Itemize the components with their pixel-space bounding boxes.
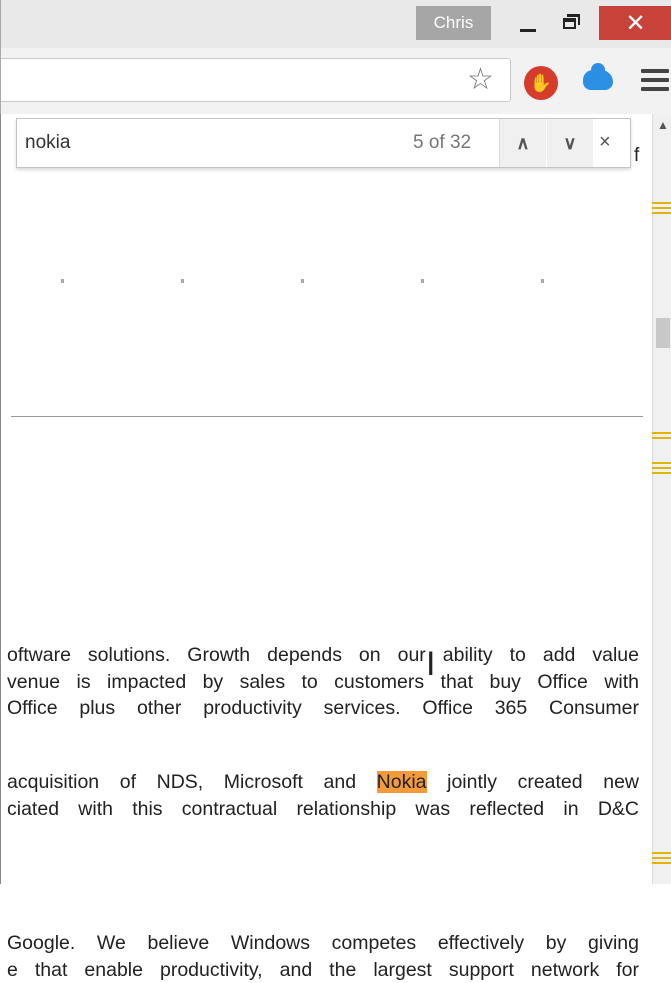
find-next-button[interactable]: ∨: [547, 119, 593, 167]
scroll-up-arrow-icon[interactable]: ▲: [657, 118, 669, 132]
search-result-marker: [652, 472, 671, 474]
find-match-count: 5 of 32: [413, 132, 471, 154]
cloud-extension-icon[interactable]: [583, 70, 613, 90]
text-cursor-icon: I: [426, 644, 440, 684]
text-line: venue is impacted by sales to customers …: [7, 669, 639, 696]
menu-hamburger-icon[interactable]: [641, 69, 669, 96]
address-bar[interactable]: ☆: [1, 58, 511, 102]
search-result-marker: [652, 207, 671, 209]
paragraph-windows: Google. We believe Windows competes effe…: [7, 930, 639, 983]
text-fragment-top: [1, 279, 641, 283]
minimize-icon: [520, 29, 536, 32]
close-icon: ✕: [625, 9, 645, 38]
stop-hand-extension-icon[interactable]: ✋: [524, 66, 558, 100]
scroll-thumb[interactable]: [656, 318, 670, 348]
find-bar: nokia 5 of 32 ∧ ∨ ×: [16, 118, 631, 168]
search-result-marker: [652, 467, 671, 469]
find-close-button[interactable]: ×: [599, 131, 611, 154]
find-previous-button[interactable]: ∧: [500, 119, 546, 167]
paragraph-nokia: acquisition of NDS, Microsoft and Nokia …: [7, 769, 639, 822]
horizontal-divider: [11, 416, 643, 417]
search-result-marker: [652, 852, 671, 854]
text-line: ciated with this contractual relationshi…: [7, 796, 639, 823]
search-result-marker: [652, 462, 671, 464]
search-result-marker: [652, 857, 671, 859]
search-result-marker: [652, 202, 671, 204]
bookmark-star-icon[interactable]: ☆: [467, 65, 494, 95]
vertical-scrollbar[interactable]: ▲: [652, 114, 671, 884]
text-line: e that enable productivity, and the larg…: [7, 957, 639, 983]
text-line: Google. We believe Windows competes effe…: [7, 930, 639, 957]
text-line: Office plus other productivity services.…: [7, 695, 639, 722]
search-result-marker: [652, 437, 671, 439]
search-result-marker: [652, 862, 671, 864]
chevron-up-icon: ∧: [516, 133, 529, 153]
partial-text: f: [634, 145, 639, 167]
search-match-highlight: Nokia: [377, 771, 427, 793]
restore-icon: [563, 18, 576, 29]
profile-user-button[interactable]: Chris: [416, 6, 491, 40]
text-line: oftware solutions. Growth depends on our…: [7, 642, 639, 669]
text-segment: jointly created new: [427, 771, 639, 793]
text-line: acquisition of NDS, Microsoft and Nokia …: [7, 769, 639, 796]
text-segment: acquisition of NDS, Microsoft and: [7, 771, 377, 793]
browser-toolbar: ☆ ✋: [0, 48, 671, 114]
minimize-button[interactable]: [507, 6, 549, 40]
search-result-marker: [652, 432, 671, 434]
page-content: oftware solutions. Growth depends on our…: [0, 114, 652, 884]
paragraph-office: oftware solutions. Growth depends on our…: [7, 642, 639, 722]
search-result-marker: [652, 212, 671, 214]
window-titlebar: Chris ✕: [0, 0, 671, 48]
chevron-down-icon: ∨: [563, 133, 576, 153]
restore-button[interactable]: [552, 6, 594, 40]
find-input[interactable]: nokia: [25, 132, 70, 154]
close-window-button[interactable]: ✕: [599, 6, 671, 40]
